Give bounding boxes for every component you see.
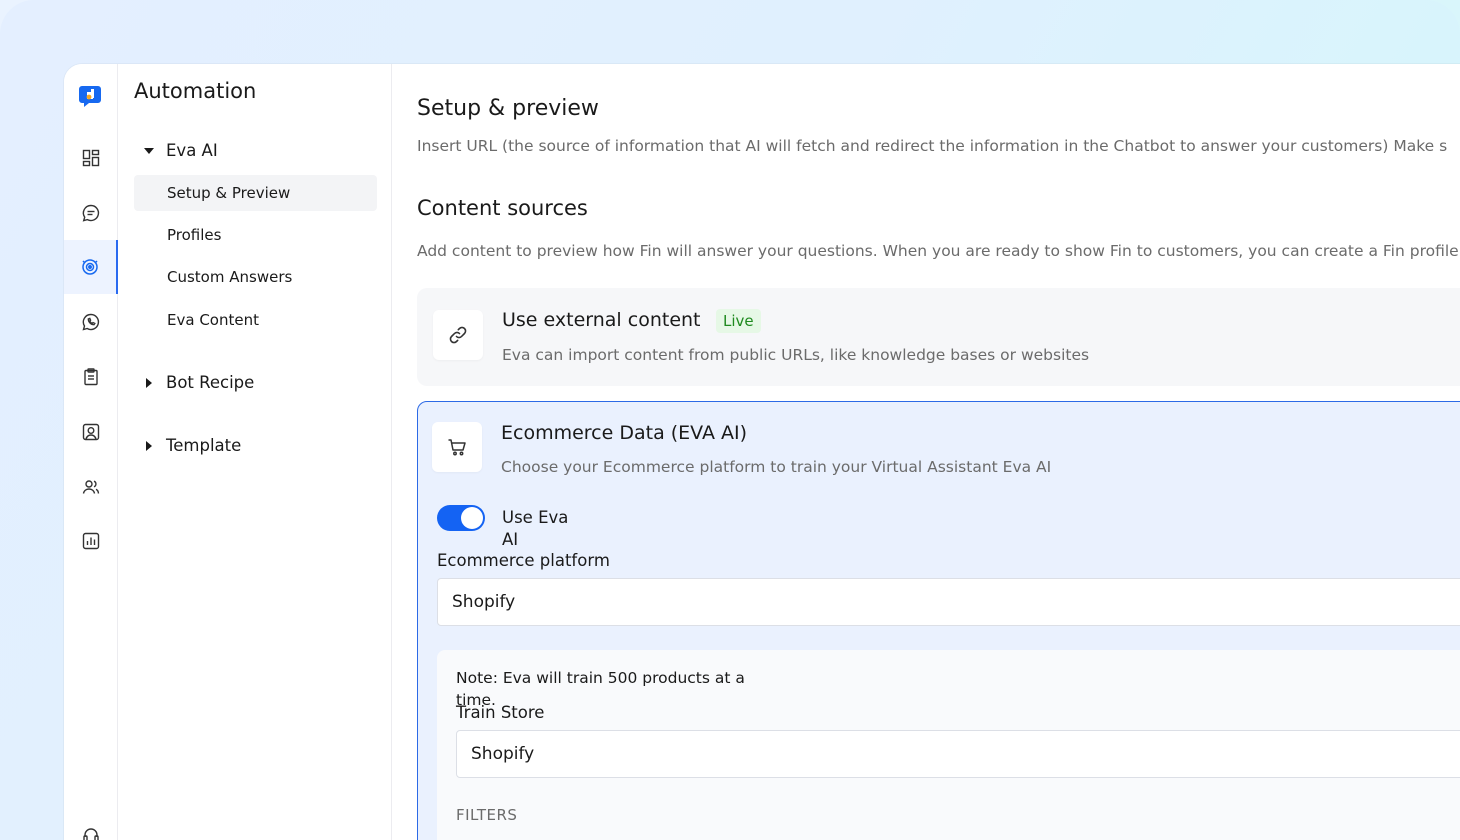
caret-down-icon (144, 147, 154, 154)
use-eva-ai-toggle[interactable] (437, 505, 485, 531)
train-store-panel: Note: Eva will train 500 products at a t… (437, 650, 1460, 840)
train-store-label: Train Store (456, 703, 545, 722)
app-window: Automation Eva AI Setup & Preview Profil… (64, 64, 1460, 840)
ecommerce-icon-box (432, 422, 482, 472)
bar-chart-icon (82, 532, 100, 550)
nav-item-setup-preview[interactable]: Setup & Preview (134, 175, 377, 211)
rail-item-reports[interactable] (64, 514, 118, 568)
use-eva-ai-label: Use Eva AI (502, 508, 569, 549)
train-store-select[interactable]: Shopify (456, 730, 1460, 778)
external-content-title: Use external content (502, 309, 701, 331)
content-sources-description: Add content to preview how Fin will answ… (417, 242, 1459, 260)
nav-group-label: Bot Recipe (166, 373, 255, 392)
content-sources-title: Content sources (417, 196, 588, 220)
support-headset-icon[interactable] (82, 826, 100, 840)
rail-item-automation[interactable] (64, 240, 118, 294)
link-icon (449, 326, 467, 344)
dashboard-icon (82, 149, 100, 167)
users-icon (82, 480, 100, 494)
nav-title: Automation (134, 79, 257, 103)
ecommerce-platform-value: Shopify (452, 592, 516, 612)
nav-item-eva-content[interactable]: Eva Content (134, 302, 377, 338)
cart-icon (448, 439, 466, 456)
ecommerce-data-card[interactable]: Ecommerce Data (EVA AI) Choose your Ecom… (417, 401, 1460, 840)
nav-item-custom-answers[interactable]: Custom Answers (134, 259, 377, 295)
main-content: Setup & preview Insert URL (the source o… (392, 64, 1460, 840)
setup-description: Insert URL (the source of information th… (417, 137, 1448, 155)
automation-icon (82, 259, 98, 275)
nav-item-label: Eva Content (167, 311, 259, 329)
nav-group-label: Eva AI (166, 141, 218, 160)
background-frame: Automation Eva AI Setup & Preview Profil… (0, 0, 1460, 840)
app-logo-icon[interactable] (79, 83, 103, 109)
nav-item-label: Profiles (167, 226, 222, 244)
ecommerce-platform-label: Ecommerce platform (437, 551, 610, 570)
rail-item-contacts[interactable] (64, 405, 118, 459)
whatsapp-icon (82, 313, 100, 331)
nav-item-label: Setup & Preview (167, 184, 291, 202)
nav-item-label: Custom Answers (167, 268, 293, 286)
live-badge: Live (716, 309, 761, 333)
rail-item-tasks[interactable] (64, 350, 118, 404)
nav-group-template[interactable]: Template (142, 436, 241, 455)
icon-rail (64, 64, 118, 840)
filters-heading: FILTERS (456, 806, 518, 824)
nav-group-label: Template (166, 436, 242, 455)
nav-group-bot-recipe[interactable]: Bot Recipe (142, 373, 254, 392)
contact-card-icon (82, 423, 100, 441)
external-content-icon-box (433, 310, 483, 360)
external-content-card[interactable]: Use external content Live Eva can import… (417, 288, 1460, 386)
train-store-value: Shopify (471, 744, 535, 764)
ecommerce-platform-select[interactable]: Shopify (437, 578, 1460, 626)
nav-group-eva-ai[interactable]: Eva AI (142, 141, 218, 160)
automation-nav: Automation Eva AI Setup & Preview Profil… (118, 64, 392, 840)
external-content-description: Eva can import content from public URLs,… (502, 346, 1090, 364)
rail-item-dashboard[interactable] (64, 131, 118, 185)
rail-item-whatsapp[interactable] (64, 295, 118, 349)
rail-item-conversations[interactable] (64, 186, 118, 240)
rail-item-team[interactable] (64, 460, 118, 514)
ecommerce-description: Choose your Ecommerce platform to train … (501, 458, 1052, 476)
ecommerce-title: Ecommerce Data (EVA AI) (501, 422, 748, 444)
nav-item-profiles[interactable]: Profiles (134, 217, 377, 253)
caret-right-icon (146, 440, 152, 451)
setup-title: Setup & preview (417, 96, 599, 121)
chat-bubble-icon (82, 204, 100, 222)
caret-right-icon (146, 377, 152, 388)
clipboard-icon (84, 368, 98, 386)
